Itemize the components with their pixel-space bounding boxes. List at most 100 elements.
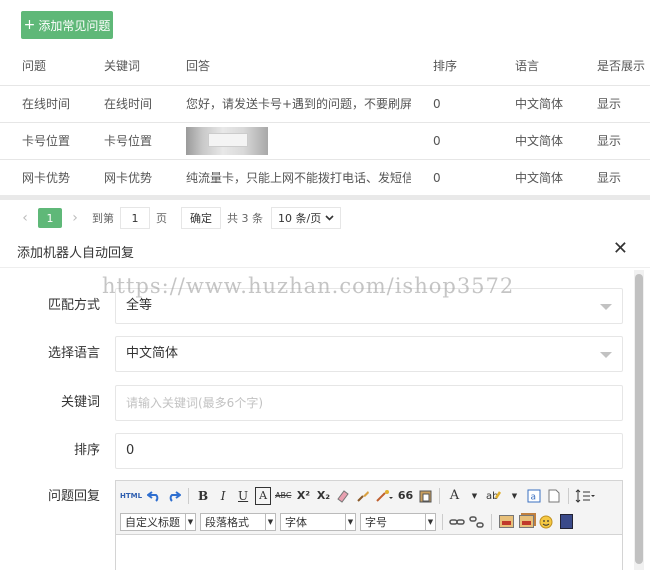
keyword-input[interactable]: 请输入关键词(最多6个字) bbox=[115, 385, 623, 421]
font-color-button[interactable]: A bbox=[446, 487, 462, 505]
toolbar-separator bbox=[439, 487, 441, 504]
col-sort: 排序 bbox=[411, 47, 493, 86]
plus-icon: + bbox=[23, 17, 36, 33]
watermark-text: https://www.huzhan.com/ishop3572 bbox=[102, 274, 515, 298]
add-faq-label: 添加常见问题 bbox=[38, 18, 111, 33]
paragraph-format-select[interactable]: 段落格式 ▼ bbox=[200, 512, 276, 531]
goto-label: 到第 bbox=[92, 212, 114, 225]
paragraph-format-value: 段落格式 bbox=[205, 515, 249, 529]
add-faq-button[interactable]: + 添加常见问题 bbox=[21, 11, 113, 39]
page-size-select[interactable]: 10 条/页 bbox=[271, 207, 342, 229]
cell-language: 中文简体 bbox=[493, 122, 575, 160]
cell-show: 显示 bbox=[575, 159, 650, 197]
eraser-icon[interactable] bbox=[335, 487, 351, 505]
sort-row: 排序 0 bbox=[0, 433, 630, 469]
cell-question: 卡号位置 bbox=[0, 122, 82, 160]
page-number-input[interactable]: 1 bbox=[120, 207, 150, 229]
page-unit-label: 页 bbox=[156, 212, 167, 225]
prev-page-button[interactable]: ‹ bbox=[14, 210, 36, 226]
blockquote-button[interactable]: 66 bbox=[397, 487, 413, 505]
unlink-icon[interactable] bbox=[469, 513, 485, 531]
font-border-button[interactable]: A bbox=[255, 486, 272, 505]
custom-heading-select[interactable]: 自定义标题 ▼ bbox=[120, 512, 196, 531]
caret-down-icon: ▼ bbox=[425, 513, 435, 530]
sim-card-image bbox=[208, 132, 248, 147]
chevron-down-icon bbox=[325, 215, 334, 221]
line-height-icon[interactable] bbox=[575, 487, 596, 505]
multi-image-icon[interactable] bbox=[518, 513, 534, 531]
strikethrough-button[interactable]: ABC bbox=[275, 487, 291, 505]
cell-sort: 0 bbox=[411, 85, 493, 123]
close-icon[interactable]: ✕ bbox=[613, 238, 628, 259]
font-family-select[interactable]: 字体 ▼ bbox=[280, 512, 356, 531]
keyword-row: 关键词 请输入关键词(最多6个字) bbox=[0, 385, 630, 421]
redo-icon[interactable] bbox=[166, 487, 182, 505]
toolbar-row-1: HTML B I U A ABC X² X₂ 66 A ▼ ab ▼ a bbox=[120, 484, 618, 507]
match-mode-value: 全等 bbox=[126, 298, 153, 313]
toolbar-separator bbox=[568, 487, 570, 504]
next-page-button[interactable]: › bbox=[64, 210, 86, 226]
modal-header: 添加机器人自动回复 ✕ bbox=[0, 232, 650, 268]
table-header: 问题 关键词 回答 排序 语言 是否展示 bbox=[0, 47, 650, 86]
table-row[interactable]: 在线时间 在线时间 您好，请发送卡号+遇到的问题，不要刷屏，这边 0 中文简体 … bbox=[0, 85, 650, 123]
caret-down-icon[interactable]: ▼ bbox=[506, 487, 522, 505]
modal-title: 添加机器人自动回复 bbox=[17, 246, 135, 261]
editor-toolbar: HTML B I U A ABC X² X₂ 66 A ▼ ab ▼ a 自定义… bbox=[116, 481, 622, 535]
modal-scrollbar[interactable] bbox=[634, 270, 644, 570]
total-count: 共 3 条 bbox=[227, 212, 263, 225]
cell-answer: 纯流量卡，只能上网不能拨打电话、发短信，流量 bbox=[164, 159, 411, 197]
scrollbar-thumb[interactable] bbox=[635, 274, 643, 564]
language-row: 选择语言 中文简体 bbox=[0, 336, 630, 372]
font-size-value: 字号 bbox=[365, 515, 387, 529]
html-source-button[interactable]: HTML bbox=[120, 487, 142, 505]
superscript-button[interactable]: X² bbox=[295, 487, 311, 505]
rich-text-editor: HTML B I U A ABC X² X₂ 66 A ▼ ab ▼ a 自定义… bbox=[115, 480, 623, 570]
emotion-icon[interactable] bbox=[538, 513, 554, 531]
undo-icon[interactable] bbox=[146, 487, 162, 505]
highlight-color-icon[interactable]: ab bbox=[486, 487, 502, 505]
paste-plain-icon[interactable] bbox=[417, 487, 433, 505]
cell-sort: 0 bbox=[411, 122, 493, 160]
clear-doc-icon[interactable] bbox=[546, 487, 562, 505]
subscript-button[interactable]: X₂ bbox=[315, 487, 331, 505]
select-all-icon[interactable]: a bbox=[526, 487, 542, 505]
keyword-label: 关键词 bbox=[60, 395, 100, 410]
current-page[interactable]: 1 bbox=[38, 208, 62, 228]
col-show: 是否展示 bbox=[575, 47, 650, 86]
caret-down-icon[interactable]: ▼ bbox=[466, 487, 482, 505]
caret-down-icon: ▼ bbox=[265, 513, 275, 530]
sort-label: 排序 bbox=[73, 443, 100, 458]
cell-language: 中文简体 bbox=[493, 159, 575, 197]
caret-down-icon bbox=[600, 352, 612, 358]
language-select[interactable]: 中文简体 bbox=[115, 336, 623, 372]
font-size-select[interactable]: 字号 ▼ bbox=[360, 512, 436, 531]
custom-heading-value: 自定义标题 bbox=[125, 515, 180, 529]
reply-label: 问题回复 bbox=[47, 489, 100, 504]
language-label: 选择语言 bbox=[47, 346, 100, 361]
divider bbox=[0, 195, 650, 200]
video-icon[interactable] bbox=[558, 513, 574, 531]
answer-thumbnail-image[interactable] bbox=[186, 126, 268, 155]
font-family-value: 字体 bbox=[285, 515, 307, 529]
bold-button[interactable]: B bbox=[195, 487, 211, 505]
format-brush-icon[interactable] bbox=[355, 487, 371, 505]
image-icon[interactable] bbox=[498, 513, 514, 531]
pagination: ‹ 1 › 到第 1 页 确定 共 3 条 10 条/页 bbox=[14, 207, 342, 229]
sort-input[interactable]: 0 bbox=[115, 433, 623, 469]
match-mode-label: 匹配方式 bbox=[47, 298, 100, 313]
confirm-page-button[interactable]: 确定 bbox=[181, 207, 221, 229]
faq-table: 问题 关键词 回答 排序 语言 是否展示 在线时间 在线时间 您好，请发送卡号+… bbox=[0, 47, 650, 197]
caret-down-icon bbox=[600, 304, 612, 310]
cell-language: 中文简体 bbox=[493, 85, 575, 123]
toolbar-separator bbox=[491, 513, 492, 530]
underline-button[interactable]: U bbox=[235, 487, 251, 505]
table-row[interactable]: 网卡优势 网卡优势 纯流量卡，只能上网不能拨打电话、发短信，流量 0 中文简体 … bbox=[0, 159, 650, 197]
caret-down-icon: ▼ bbox=[185, 513, 195, 530]
cell-keyword: 卡号位置 bbox=[82, 122, 164, 160]
link-icon[interactable] bbox=[449, 513, 465, 531]
italic-button[interactable]: I bbox=[215, 487, 231, 505]
table-row[interactable]: 卡号位置 卡号位置 0 中文简体 显示 bbox=[0, 122, 650, 160]
cell-answer: 您好，请发送卡号+遇到的问题，不要刷屏，这边 bbox=[164, 85, 411, 123]
toolbar-row-2: 自定义标题 ▼ 段落格式 ▼ 字体 ▼ 字号 ▼ bbox=[120, 510, 618, 533]
auto-format-icon[interactable] bbox=[375, 487, 394, 505]
